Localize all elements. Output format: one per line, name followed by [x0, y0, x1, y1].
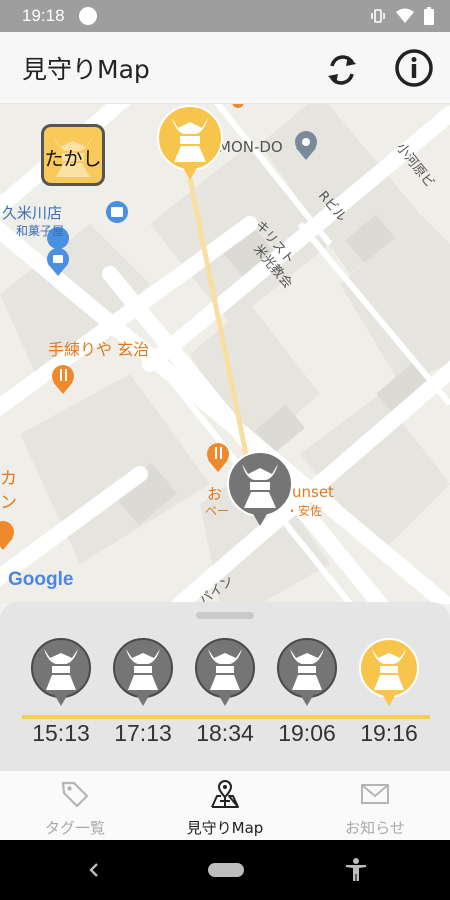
- battery-icon: [424, 7, 434, 25]
- user-tag-marker[interactable]: たかし: [41, 124, 105, 186]
- nav-label-map: 見守りMap: [186, 819, 264, 837]
- system-nav-bar: [0, 840, 450, 900]
- home-pill[interactable]: [208, 863, 244, 877]
- nav-item-news[interactable]: お知らせ: [300, 771, 450, 841]
- app-bar: 見守りMap: [0, 32, 450, 104]
- wifi-icon: [396, 8, 414, 23]
- bottom-nav: タグ一覧 見守りMap お知らせ: [0, 770, 450, 840]
- timeline-time: 19:06: [278, 720, 336, 746]
- timeline-time: 18:34: [196, 720, 254, 746]
- refresh-icon[interactable]: [320, 48, 364, 92]
- active-location-pin[interactable]: [154, 104, 226, 186]
- timeline-item[interactable]: 15:13: [25, 636, 97, 747]
- kabuto-pin-icon: [31, 638, 91, 706]
- timeline-item[interactable]: 18:34: [189, 636, 261, 747]
- inactive-location-pin[interactable]: [224, 450, 296, 532]
- kabuto-pin-icon: [195, 638, 255, 706]
- info-icon[interactable]: [392, 46, 436, 90]
- status-bar: 19:18: [0, 0, 450, 32]
- accessibility-icon[interactable]: [344, 857, 368, 883]
- tag-icon: [61, 781, 89, 808]
- sheet-drag-handle[interactable]: [196, 612, 254, 619]
- vibrate-icon: [371, 9, 385, 23]
- status-time: 19:18: [22, 6, 65, 25]
- back-icon[interactable]: [84, 860, 104, 880]
- notification-dot-icon: [78, 7, 97, 25]
- map-label-o: お: [207, 485, 223, 503]
- screen: 19:18 見守りMap MON-DO Rビル キリスト 米光教会 小河原ビ 久…: [0, 0, 450, 900]
- map-label-kumekawa: 久米川店: [2, 204, 63, 222]
- kabuto-pin-icon: [359, 638, 419, 706]
- timeline-time: 15:13: [32, 720, 90, 746]
- map-view[interactable]: MON-DO Rビル キリスト 米光教会 小河原ビ 久米川店 和菓子屋 手練りや…: [0, 104, 450, 604]
- timeline-time: 17:13: [114, 720, 172, 746]
- map-label-ka: カ: [0, 469, 17, 489]
- nav-label-tag-list: タグ一覧: [44, 819, 105, 837]
- nav-item-map[interactable]: 見守りMap: [150, 771, 300, 841]
- kabuto-pin-icon: [277, 638, 337, 706]
- timeline-sheet: 15:13 17:13 18:34 19:06 19:16: [0, 602, 450, 770]
- timeline-item-active[interactable]: 19:16: [353, 636, 425, 747]
- google-logo: Google: [8, 569, 74, 590]
- nav-label-news: お知らせ: [345, 819, 405, 837]
- mail-icon: [361, 784, 389, 804]
- map-label-n: ン: [0, 493, 17, 513]
- map-label-sunset: unset: [292, 483, 334, 501]
- timeline-item[interactable]: 17:13: [107, 636, 179, 747]
- map-label-teneri: 手練りや 玄治: [48, 340, 150, 359]
- map-label-wagashi: 和菓子屋: [16, 224, 65, 238]
- timeline-time: 19:16: [360, 720, 418, 746]
- timeline-item[interactable]: 19:06: [271, 636, 343, 747]
- nav-item-tag-list[interactable]: タグ一覧: [0, 771, 150, 841]
- page-title: 見守りMap: [22, 55, 150, 84]
- map-label-mon-do: MON-DO: [218, 138, 283, 156]
- user-tag-label: たかし: [44, 148, 102, 170]
- map-icon: [211, 779, 239, 808]
- kabuto-pin-icon: [113, 638, 173, 706]
